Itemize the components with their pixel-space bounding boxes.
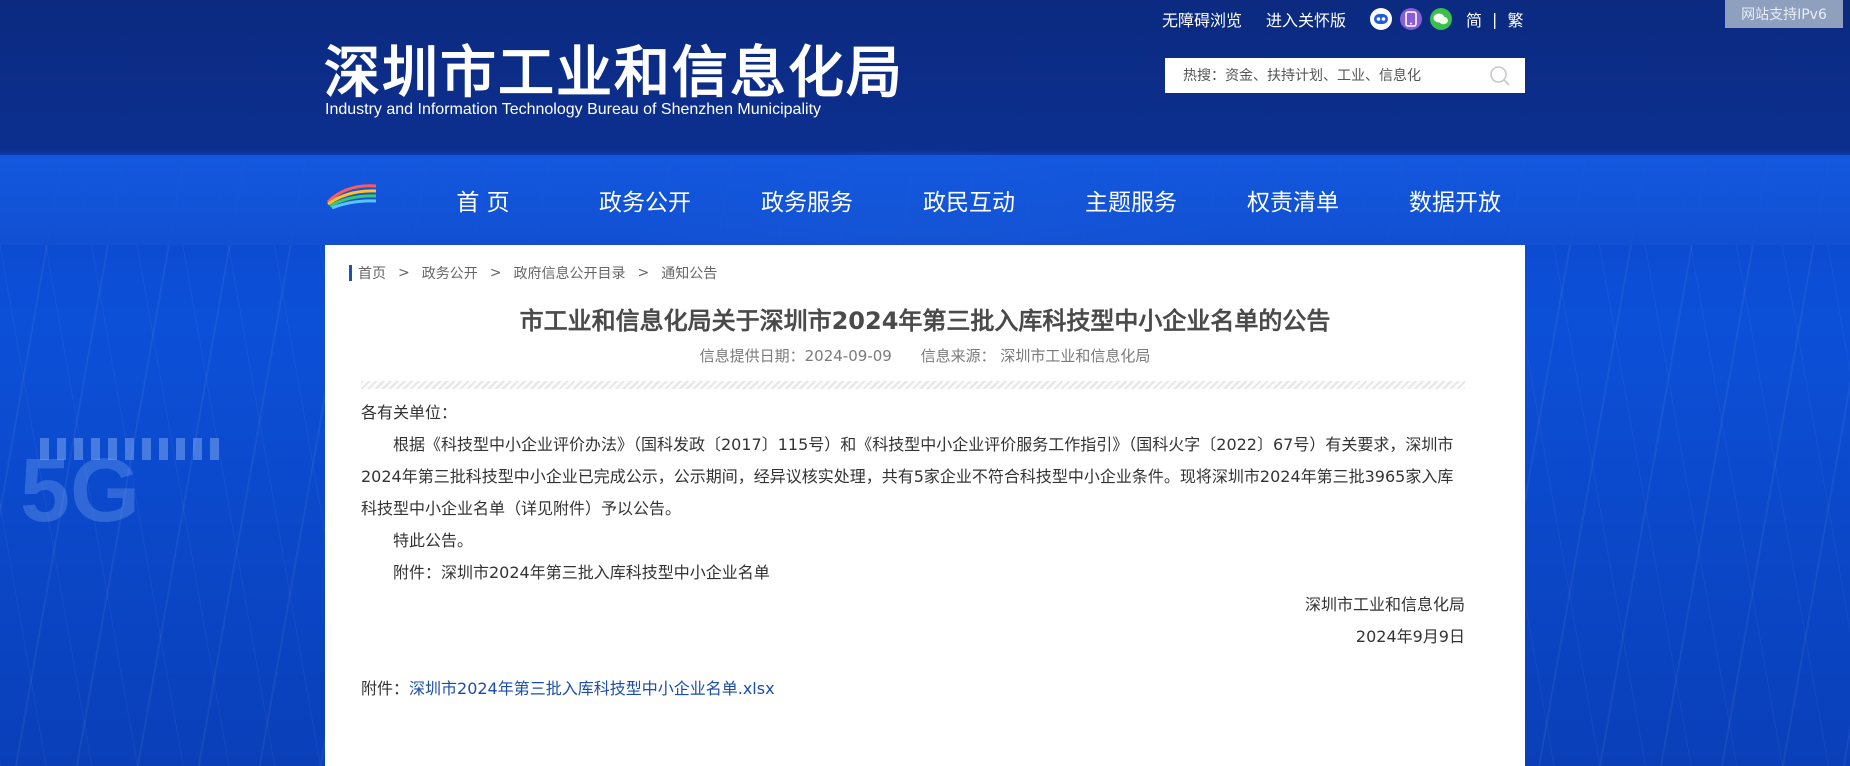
breadcrumb-bar (349, 265, 352, 281)
nav-item-gov-services[interactable]: 政务服务 (726, 155, 888, 245)
robot-icon[interactable] (1370, 8, 1393, 30)
article-paragraph: 附件：深圳市2024年第三批入库科技型中小企业名单 (393, 563, 770, 582)
breadcrumb: 首页 > 政务公开 > 政府信息公开目录 > 通知公告 (349, 263, 717, 283)
lang-separator: | (1492, 9, 1498, 29)
search-input[interactable] (1181, 59, 1485, 92)
breadcrumb-separator: > (489, 265, 502, 281)
accessibility-link[interactable]: 无障碍浏览 (1162, 7, 1242, 31)
mobile-icon[interactable] (1400, 8, 1423, 30)
main-nav: 首 页 政务公开 政务服务 政民互动 主题服务 权责清单 数据开放 (0, 155, 1850, 245)
article-date: 信息提供日期：2024-09-09 (699, 347, 892, 365)
article-body: 各有关单位： 根据《科技型中小企业评价办法》（国科发政〔2017〕115号）和《… (361, 397, 1465, 653)
attachment-row: 附件：深圳市2024年第三批入库科技型中小企业名单.xlsx (361, 675, 775, 699)
nav-item-theme-services[interactable]: 主题服务 (1050, 155, 1212, 245)
article-panel: 首页 > 政务公开 > 政府信息公开目录 > 通知公告 市工业和信息化局关于深圳… (325, 245, 1525, 766)
attachment-download-link[interactable]: 深圳市2024年第三批入库科技型中小企业名单.xlsx (409, 679, 775, 698)
nav-item-interaction[interactable]: 政民互动 (888, 155, 1050, 245)
title-divider (361, 381, 1465, 389)
article-salutation: 各有关单位： (361, 403, 458, 422)
breadcrumb-gov-affairs[interactable]: 政务公开 (422, 263, 478, 283)
search-icon[interactable] (1489, 65, 1511, 87)
site-header: 深圳市工业和信息化局 Industry and Information Tech… (0, 0, 1850, 155)
article-sign-date: 2024年9月9日 (1355, 627, 1465, 646)
article-source: 信息来源： 深圳市工业和信息化局 (920, 347, 1151, 365)
nav-items: 首 页 政务公开 政务服务 政民互动 主题服务 权责清单 数据开放 (402, 155, 1536, 245)
breadcrumb-notices[interactable]: 通知公告 (661, 263, 717, 283)
ipv6-badge: 网站支持IPv6 (1725, 0, 1843, 28)
nav-item-open-data[interactable]: 数据开放 (1374, 155, 1536, 245)
article-meta: 信息提供日期：2024-09-09 信息来源： 深圳市工业和信息化局 (325, 345, 1525, 366)
lang-simplified-link[interactable]: 简 (1466, 7, 1482, 31)
article-title: 市工业和信息化局关于深圳市2024年第三批入库科技型中小企业名单的公告 (519, 307, 1331, 335)
article-paragraph: 根据《科技型中小企业评价办法》（国科发政〔2017〕115号）和《科技型中小企业… (361, 435, 1454, 518)
breadcrumb-separator: > (398, 265, 410, 281)
nav-item-home[interactable]: 首 页 (402, 155, 564, 245)
site-title[interactable]: 深圳市工业和信息化局 (324, 28, 904, 109)
search-box (1165, 58, 1525, 93)
elderly-mode-link[interactable]: 进入关怀版 (1266, 7, 1346, 31)
nav-item-responsibility-list[interactable]: 权责清单 (1212, 155, 1374, 245)
city-logo-icon[interactable] (326, 182, 378, 210)
nav-item-gov-affairs-open[interactable]: 政务公开 (564, 155, 726, 245)
breadcrumb-separator: > (637, 265, 650, 281)
attachment-label: 附件： (361, 679, 410, 698)
lang-traditional-link[interactable]: 繁 (1507, 7, 1523, 31)
article-paragraph: 特此公告。 (393, 531, 474, 550)
breadcrumb-home[interactable]: 首页 (358, 263, 386, 283)
wechat-icon[interactable] (1430, 8, 1453, 30)
breadcrumb-info-catalog[interactable]: 政府信息公开目录 (513, 263, 625, 283)
background-5g-text: 5G (20, 441, 141, 541)
site-subtitle: Industry and Information Technology Bure… (325, 101, 822, 118)
article-signature: 深圳市工业和信息化局 (1304, 595, 1465, 614)
top-links: 无障碍浏览 进入关怀版 简 | 繁 (1162, 6, 1523, 32)
